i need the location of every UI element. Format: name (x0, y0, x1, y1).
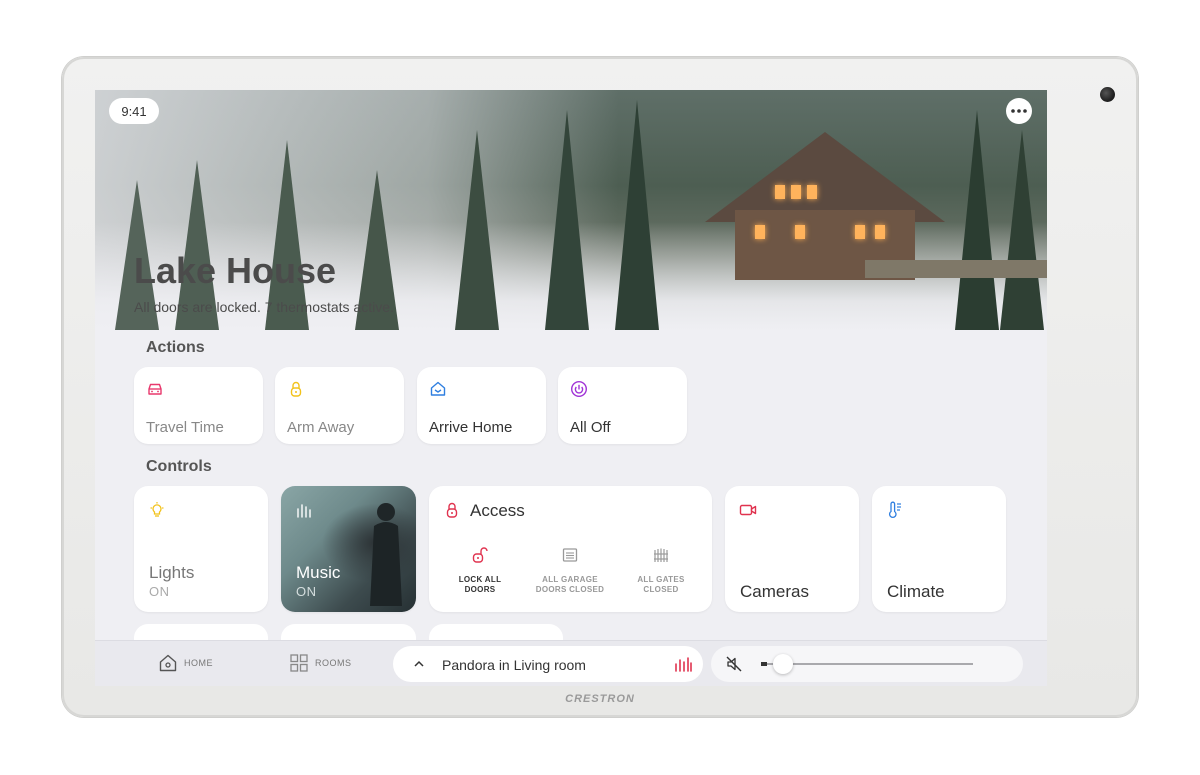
nav-label: ROOMS (315, 658, 352, 668)
now-playing-text: Pandora in Living room (442, 657, 586, 673)
control-access[interactable]: Access LOCK ALL DOORS ALL GARAGE DOORS C… (429, 486, 712, 612)
nav-rooms[interactable]: ROOMS (289, 653, 352, 673)
action-all-off[interactable]: All Off (558, 367, 687, 444)
actions-heading: Actions (146, 339, 205, 356)
chevron-up-icon (414, 660, 424, 667)
nav-label: HOME (184, 658, 213, 668)
action-label: Arrive Home (429, 419, 513, 436)
grid-icon (290, 654, 308, 672)
lock-all-doors-button[interactable]: LOCK ALL DOORS (435, 546, 525, 595)
access-item-line: CLOSED (643, 585, 679, 594)
control-name: Access (470, 501, 525, 520)
controls-heading: Controls (146, 458, 212, 475)
mute-icon[interactable] (725, 655, 743, 673)
control-state: ON (296, 584, 317, 599)
brand-logo: CRESTRON (565, 693, 635, 705)
status-time: 9:41 (109, 98, 159, 124)
lock-icon (446, 502, 458, 518)
action-travel-time[interactable]: Travel Time (134, 367, 263, 444)
garage-icon (562, 548, 578, 562)
car-icon (148, 383, 162, 395)
control-name: Climate (887, 582, 945, 601)
page-subtitle: All doors are locked. 7 thermostats acti… (134, 299, 394, 315)
access-item-line: DOORS (464, 585, 496, 594)
hero-image (95, 90, 1047, 330)
lightbulb-icon (150, 502, 164, 517)
action-label: Travel Time (146, 419, 224, 436)
equalizer-icon (297, 504, 311, 518)
access-item-line: LOCK ALL (458, 575, 502, 584)
access-item-line: DOORS CLOSED (535, 585, 605, 594)
more-options-button[interactable] (1006, 98, 1032, 124)
access-item-line: ALL GATES (637, 575, 685, 584)
gate-icon (654, 548, 668, 562)
action-arrive-home[interactable]: Arrive Home (417, 367, 546, 444)
home-icon (430, 381, 446, 396)
now-playing-bar[interactable]: Pandora in Living room (393, 646, 703, 682)
control-cameras[interactable]: Cameras (725, 486, 859, 612)
volume-slider-handle[interactable] (773, 654, 794, 674)
control-state: ON (149, 584, 170, 599)
bottom-bar: HOME ROOMS Pandora in Living room (95, 640, 1047, 686)
unlock-icon (472, 547, 488, 563)
equalizer-icon (675, 657, 692, 672)
action-label: Arm Away (287, 419, 355, 436)
access-item-line: ALL GARAGE (542, 575, 598, 584)
control-name: Music (296, 563, 341, 582)
volume-fill (761, 662, 767, 666)
more-dots-icon (1011, 109, 1027, 113)
action-arm-away[interactable]: Arm Away (275, 367, 404, 444)
thermometer-icon (888, 501, 901, 518)
lock-icon (290, 381, 302, 397)
singer-silhouette (370, 503, 402, 606)
camera-lens (1100, 87, 1115, 102)
garage-doors-status[interactable]: ALL GARAGE DOORS CLOSED (525, 546, 615, 595)
video-camera-icon (739, 504, 757, 516)
gates-status[interactable]: ALL GATES CLOSED (616, 546, 706, 595)
control-name: Lights (149, 563, 195, 582)
nav-home[interactable]: HOME (158, 653, 213, 673)
control-name: Cameras (740, 582, 809, 601)
touch-screen: 9:41 Lake House All doors are locked. 7 … (95, 90, 1047, 686)
home-icon (159, 654, 177, 672)
control-music[interactable]: Music ON (281, 486, 416, 612)
power-icon (570, 380, 588, 398)
action-label: All Off (570, 419, 611, 436)
volume-control (711, 646, 1023, 682)
control-climate[interactable]: Climate (872, 486, 1006, 612)
control-lights[interactable]: Lights ON (134, 486, 268, 612)
page-title: Lake House (134, 250, 337, 291)
